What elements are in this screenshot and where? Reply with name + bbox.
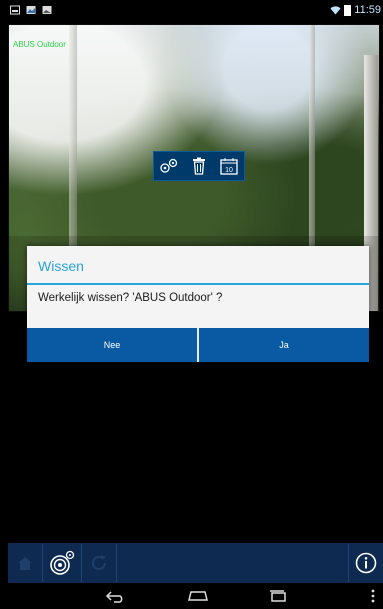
- yes-button[interactable]: Ja: [197, 328, 369, 362]
- wifi-icon: [330, 6, 341, 15]
- status-bar: 11:59: [0, 0, 383, 22]
- refresh-button[interactable]: [84, 546, 114, 580]
- recent-apps-icon: [270, 590, 286, 602]
- overflow-menu-icon: [371, 589, 375, 603]
- home-button[interactable]: [10, 546, 40, 580]
- dialog-buttons: Nee Ja: [27, 328, 369, 362]
- camera-settings-icon: [50, 550, 75, 575]
- info-icon: [355, 552, 377, 574]
- photo-icon: [26, 6, 36, 14]
- gears-icon: [160, 158, 178, 173]
- image-icon: [10, 5, 20, 15]
- delete-confirm-dialog: Wissen Werkelijk wissen? 'ABUS Outdoor' …: [27, 246, 369, 362]
- calendar-day: 10: [225, 167, 233, 174]
- battery-icon: [344, 4, 352, 16]
- calendar-button[interactable]: 10: [216, 154, 242, 178]
- dialog-title: Wissen: [38, 258, 84, 274]
- clock: 11:59: [354, 4, 381, 16]
- camera-settings-button[interactable]: [45, 546, 79, 580]
- trash-icon: [193, 157, 205, 175]
- toolbar-separator: [81, 544, 82, 582]
- camera-toolbar: 10: [153, 151, 245, 181]
- home-icon: [18, 557, 32, 570]
- system-navigation-bar: [0, 583, 383, 609]
- dialog-message: Werkelijk wissen? 'ABUS Outdoor' ?: [38, 292, 223, 304]
- home-nav-button[interactable]: [184, 587, 212, 605]
- overflow-menu-button[interactable]: [367, 587, 379, 605]
- refresh-icon: [92, 555, 106, 570]
- toolbar-separator: [42, 544, 43, 582]
- home-icon: [188, 591, 208, 601]
- delete-button[interactable]: [186, 154, 212, 178]
- dialog-divider: [27, 283, 369, 285]
- no-button[interactable]: Nee: [27, 328, 197, 362]
- notification-icons: [10, 5, 52, 15]
- back-button[interactable]: [104, 587, 128, 605]
- recent-apps-button[interactable]: [266, 587, 290, 605]
- calendar-icon: 10: [220, 158, 238, 175]
- toolbar-separator: [116, 544, 117, 582]
- settings-button[interactable]: [156, 154, 182, 178]
- bottom-toolbar: [8, 543, 383, 583]
- toolbar-separator: [348, 544, 349, 582]
- photo-icon: [42, 6, 52, 14]
- camera-name-overlay: ABUS Outdoor: [13, 40, 66, 49]
- system-status: 11:59: [330, 4, 381, 16]
- info-button[interactable]: [351, 546, 381, 580]
- back-icon: [105, 591, 123, 603]
